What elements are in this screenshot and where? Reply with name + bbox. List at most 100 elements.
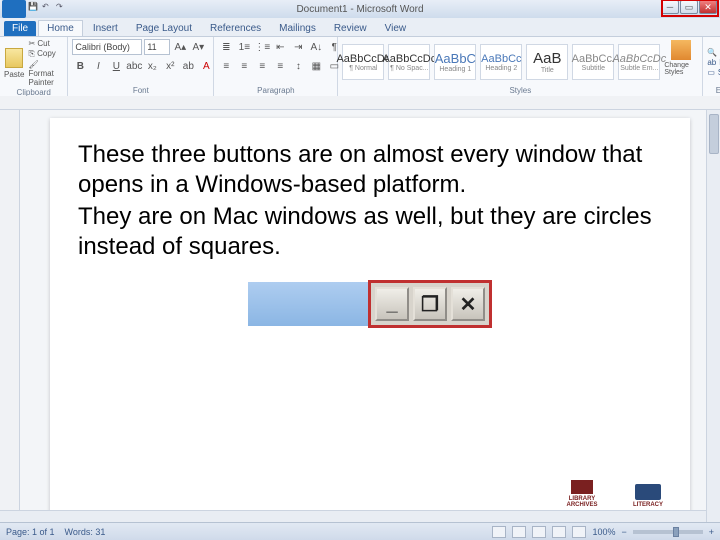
numbering-button[interactable]: 1≡ xyxy=(236,39,252,55)
tab-review[interactable]: Review xyxy=(326,21,375,36)
zoom-slider[interactable] xyxy=(633,530,703,534)
change-styles-button[interactable]: Change Styles xyxy=(664,40,698,84)
format-painter-button[interactable]: 🖌 Format Painter xyxy=(28,60,63,87)
vertical-ruler[interactable] xyxy=(0,110,20,522)
group-styles-label: Styles xyxy=(342,85,698,96)
window-controls: ─ ▭ ✕ xyxy=(660,0,717,14)
qat-undo-icon[interactable]: ↶ xyxy=(42,2,52,12)
superscript-button[interactable]: x² xyxy=(162,58,178,74)
zoom-out-button[interactable]: − xyxy=(621,527,626,537)
view-outline-button[interactable] xyxy=(552,526,566,538)
bold-button[interactable]: B xyxy=(72,58,88,74)
tab-page-layout[interactable]: Page Layout xyxy=(128,21,200,36)
view-print-layout-button[interactable] xyxy=(492,526,506,538)
style-name: ¶ Normal xyxy=(349,65,377,72)
tab-references[interactable]: References xyxy=(202,21,269,36)
logo-literacy: LITERACY xyxy=(624,468,672,508)
paste-icon xyxy=(5,48,23,68)
status-words[interactable]: Words: 31 xyxy=(65,527,106,537)
ribbon-tabs: File Home Insert Page Layout References … xyxy=(0,18,720,36)
qat-redo-icon[interactable]: ↷ xyxy=(56,2,66,12)
footer-logos: LIBRARY ARCHIVES LITERACY xyxy=(558,468,672,508)
font-size-select[interactable]: 11 xyxy=(144,39,170,55)
tab-file[interactable]: File xyxy=(4,21,36,36)
view-draft-button[interactable] xyxy=(572,526,586,538)
logo-text: LIBRARY ARCHIVES xyxy=(558,496,606,508)
copy-button[interactable]: ⎘ Copy xyxy=(28,49,63,59)
change-styles-label: Change Styles xyxy=(664,62,698,76)
cut-button[interactable]: ✂ Cut xyxy=(28,39,63,48)
view-web-button[interactable] xyxy=(532,526,546,538)
vertical-scrollbar[interactable] xyxy=(706,110,720,522)
select-button[interactable]: ▭ Select xyxy=(707,68,720,77)
scrollbar-thumb[interactable] xyxy=(709,114,719,154)
qat-save-icon[interactable]: 💾 xyxy=(28,2,38,12)
maximize-button[interactable]: ▭ xyxy=(680,0,698,14)
style-heading2[interactable]: AaBbCcHeading 2 xyxy=(480,44,522,80)
indent-dec-button[interactable]: ⇤ xyxy=(272,39,288,55)
highlight-color-button[interactable]: ab xyxy=(180,58,196,74)
style-heading1[interactable]: AaBbCHeading 1 xyxy=(434,44,476,80)
shading-button[interactable]: ▦ xyxy=(308,58,324,74)
justify-button[interactable]: ≡ xyxy=(272,58,288,74)
subscript-button[interactable]: x₂ xyxy=(144,58,160,74)
tab-mailings[interactable]: Mailings xyxy=(271,21,324,36)
window-title: Document1 - Microsoft Word xyxy=(296,4,423,15)
strike-button[interactable]: abc xyxy=(126,58,142,74)
find-button[interactable]: 🔍 Find xyxy=(707,48,720,57)
horizontal-scrollbar[interactable] xyxy=(0,510,706,522)
horizontal-ruler[interactable] xyxy=(0,96,720,110)
font-color-button[interactable]: A xyxy=(198,58,214,74)
view-fullscreen-button[interactable] xyxy=(512,526,526,538)
style-name: Subtle Em... xyxy=(620,65,658,72)
line-spacing-button[interactable]: ↕ xyxy=(290,58,306,74)
logo-library-archives: LIBRARY ARCHIVES xyxy=(558,468,606,508)
minimize-button[interactable]: ─ xyxy=(661,0,679,14)
style-name: Heading 1 xyxy=(439,66,471,73)
tab-view[interactable]: View xyxy=(377,21,415,36)
style-sample: AaBbCc. xyxy=(572,53,615,65)
style-normal[interactable]: AaBbCcDc¶ Normal xyxy=(342,44,384,80)
group-editing-label: Editing xyxy=(707,85,720,96)
tab-insert[interactable]: Insert xyxy=(85,21,126,36)
office-button[interactable] xyxy=(2,0,26,18)
quick-access-toolbar: 💾 ↶ ↷ xyxy=(28,2,66,12)
shrink-font-button[interactable]: A▾ xyxy=(190,39,206,55)
align-left-button[interactable]: ≡ xyxy=(218,58,234,74)
close-button[interactable]: ✕ xyxy=(699,0,717,14)
tab-home[interactable]: Home xyxy=(38,20,83,36)
style-subtleem[interactable]: AaBbCcDcSubtle Em... xyxy=(618,44,660,80)
italic-button[interactable]: I xyxy=(90,58,106,74)
sort-button[interactable]: A↓ xyxy=(308,39,324,55)
replace-button[interactable]: ab Replace xyxy=(707,58,720,67)
align-center-button[interactable]: ≡ xyxy=(236,58,252,74)
style-name: Title xyxy=(541,67,554,74)
group-paragraph: ≣ 1≡ ⋮≡ ⇤ ⇥ A↓ ¶ ≡ ≡ ≡ ≡ ↕ ▦ ▭ xyxy=(214,37,338,96)
style-title[interactable]: AaBTitle xyxy=(526,44,568,80)
document-body[interactable]: These three buttons are on almost every … xyxy=(78,140,662,262)
style-nospacing[interactable]: AaBbCcDc¶ No Spac... xyxy=(388,44,430,80)
group-font: Calibri (Body) 11 A▴ A▾ B I U abc x₂ x² … xyxy=(68,37,214,96)
font-name-select[interactable]: Calibri (Body) xyxy=(72,39,142,55)
underline-button[interactable]: U xyxy=(108,58,124,74)
multilevel-button[interactable]: ⋮≡ xyxy=(254,39,270,55)
document-page[interactable]: These three buttons are on almost every … xyxy=(50,118,690,516)
paragraph-1[interactable]: These three buttons are on almost every … xyxy=(78,140,662,200)
zoom-in-button[interactable]: + xyxy=(709,527,714,537)
style-sample: AaB xyxy=(533,50,561,67)
paragraph-2[interactable]: They are on Mac windows as well, but the… xyxy=(78,202,662,262)
zoom-slider-knob[interactable] xyxy=(673,527,679,537)
bullets-button[interactable]: ≣ xyxy=(218,39,234,55)
illustration-window-controls: _ ❐ ✕ xyxy=(368,280,492,328)
indent-inc-button[interactable]: ⇥ xyxy=(290,39,306,55)
group-styles: AaBbCcDc¶ Normal AaBbCcDc¶ No Spac... Aa… xyxy=(338,37,703,96)
illustration-maximize-icon: ❐ xyxy=(413,287,447,321)
cut-label: Cut xyxy=(37,39,49,48)
status-page[interactable]: Page: 1 of 1 xyxy=(6,527,55,537)
grow-font-button[interactable]: A▴ xyxy=(172,39,188,55)
paste-button[interactable]: Paste xyxy=(4,41,24,85)
status-zoom[interactable]: 100% xyxy=(592,527,615,537)
title-bar: 💾 ↶ ↷ Document1 - Microsoft Word ─ ▭ ✕ xyxy=(0,0,720,18)
align-right-button[interactable]: ≡ xyxy=(254,58,270,74)
style-subtitle[interactable]: AaBbCc.Subtitle xyxy=(572,44,614,80)
